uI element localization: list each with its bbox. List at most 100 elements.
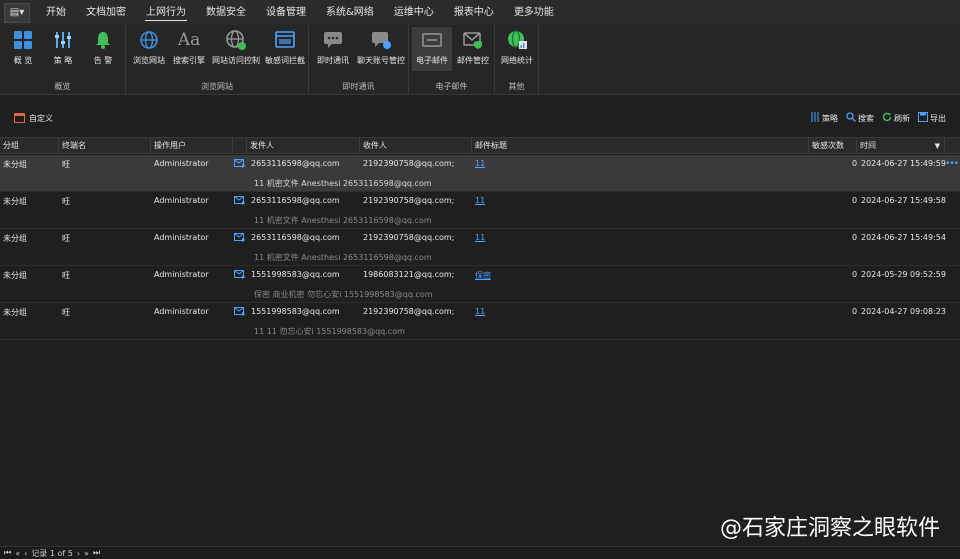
cell-subject-link[interactable]: 11	[475, 233, 485, 242]
cell-sender: 1551998583@qq.com	[251, 270, 340, 279]
instant-messaging-label: 即时通讯	[317, 56, 349, 65]
menu-report-center[interactable]: 报表中心	[444, 0, 504, 25]
cell-detail: 11 机密文件 Anesthesi 2653116598@qq.com	[254, 253, 432, 262]
export-icon	[918, 112, 928, 124]
customize-button[interactable]: 自定义	[14, 112, 53, 125]
menu-data-security[interactable]: 数据安全	[196, 0, 256, 25]
menu-start[interactable]: 开始	[36, 0, 76, 25]
col-user[interactable]: 操作用户	[151, 138, 233, 154]
cell-subject-link[interactable]: 11	[475, 159, 485, 168]
col-sensitive-count[interactable]: 敏感次数	[809, 138, 857, 154]
email-control-button[interactable]: 邮件管控	[453, 27, 493, 71]
group-label-email: 电子邮件	[435, 82, 468, 91]
group-label-im: 即时通讯	[342, 82, 375, 91]
cell-time: 2024-06-27 15:49:58	[861, 196, 946, 205]
more-dots-icon[interactable]: •••	[945, 159, 959, 169]
menu-more-features[interactable]: 更多功能	[504, 0, 564, 25]
app-menu-icon: ▤▾	[9, 7, 25, 18]
table-row[interactable]: 未分组 旺 Administrator 2653116598@qq.com 21…	[0, 192, 960, 229]
strategy-tool-button[interactable]: 策略	[810, 112, 838, 124]
record-counter: 记录 1 of 5	[31, 548, 73, 558]
network-stats-button[interactable]: 网络统计	[497, 27, 537, 71]
strategy-button[interactable]: 策 略	[46, 27, 80, 71]
globe-check-icon	[225, 29, 247, 51]
bell-icon	[92, 29, 114, 51]
menu-doc-encrypt[interactable]: 文档加密	[76, 0, 136, 25]
chat-icon	[322, 29, 344, 51]
next-page-icon[interactable]: »	[84, 549, 89, 558]
chat-lock-icon	[370, 29, 392, 51]
watermark-text: @石家庄洞察之眼软件	[719, 516, 940, 541]
col-time[interactable]: 时间 ▼	[857, 138, 945, 154]
cell-recipient: 2192390758@qq.com;	[363, 233, 455, 242]
refresh-tool-button[interactable]: 刷新	[882, 112, 910, 124]
next-record-icon[interactable]: ›	[77, 549, 80, 558]
watermark: @石家庄洞察之眼软件	[720, 510, 940, 542]
prev-record-icon[interactable]: ‹	[24, 549, 27, 558]
ribbon: 概 览 策 略 告 警 概览 浏览网站 Aa 搜索引擎 网站访问控制 敏感词拦截…	[0, 25, 960, 95]
status-bar: ⏮ « ‹ 记录 1 of 5 › » ⏭	[0, 546, 960, 559]
cell-user: Administrator	[154, 159, 209, 168]
cell-terminal: 旺	[62, 271, 70, 280]
search-engine-button[interactable]: Aa 搜索引擎	[170, 27, 208, 71]
email-button[interactable]: 电子邮件	[412, 27, 452, 71]
sensitive-word-block-button[interactable]: 敏感词拦截	[264, 27, 306, 71]
email-shield-icon	[462, 29, 484, 51]
col-terminal[interactable]: 终端名	[59, 138, 151, 154]
window-block-icon	[274, 29, 296, 51]
ribbon-group-im: 即时通讯 聊天账号管控 即时通讯	[309, 25, 409, 95]
cell-group: 未分组	[3, 197, 27, 206]
group-label-overview: 概览	[54, 82, 71, 91]
cell-subject-link[interactable]: 保密	[475, 270, 491, 281]
cell-subject-link[interactable]: 11	[475, 307, 485, 316]
search-tool-button[interactable]: 搜索	[846, 112, 874, 124]
table-row[interactable]: 未分组 旺 Administrator 2653116598@qq.com 21…	[0, 229, 960, 266]
cell-group: 未分组	[3, 308, 27, 317]
chat-account-control-button[interactable]: 聊天账号管控	[355, 27, 407, 71]
cell-detail: 11 机密文件 Anesthesi 2653116598@qq.com	[254, 216, 432, 225]
mail-send-icon	[234, 196, 246, 205]
table-row[interactable]: 未分组 旺 Administrator 1551998583@qq.com 21…	[0, 303, 960, 340]
alarm-button[interactable]: 告 警	[86, 27, 120, 71]
cell-detail: 保密 商业机密 勿忘心安i 1551998583@qq.com	[254, 290, 433, 299]
cell-subject-link[interactable]: 11	[475, 196, 485, 205]
menu-ops-center[interactable]: 运维中心	[384, 0, 444, 25]
overview-button[interactable]: 概 览	[6, 27, 40, 71]
app-menu-button[interactable]: ▤▾	[4, 2, 30, 23]
cell-sensitive-count: 0	[852, 270, 858, 279]
grid-icon	[12, 29, 34, 51]
browse-website-button[interactable]: 浏览网站	[130, 27, 168, 71]
col-sender[interactable]: 发件人	[247, 138, 360, 154]
mail-send-icon	[234, 270, 246, 279]
cell-terminal: 旺	[62, 160, 70, 169]
col-icon[interactable]	[233, 138, 247, 154]
table-row[interactable]: 未分组 旺 Administrator 1551998583@qq.com 19…	[0, 266, 960, 303]
cell-group: 未分组	[3, 234, 27, 243]
toolbar: 自定义 策略 搜索 刷新 导出	[0, 96, 960, 136]
group-label-browse: 浏览网站	[201, 82, 233, 91]
browse-website-label: 浏览网站	[133, 56, 165, 65]
last-page-icon[interactable]: ⏭	[93, 548, 100, 558]
mail-send-icon	[234, 307, 246, 316]
menu-device-management[interactable]: 设备管理	[256, 0, 316, 25]
menu-internet-behavior[interactable]: 上网行为	[136, 0, 196, 25]
menu-system-network[interactable]: 系统&网络	[316, 0, 384, 25]
website-access-control-button[interactable]: 网站访问控制	[210, 27, 262, 71]
table-row[interactable]: 未分组 旺 Administrator 2653116598@qq.com 21…	[0, 155, 960, 192]
export-tool-button[interactable]: 导出	[918, 112, 946, 124]
calendar-icon	[14, 112, 25, 125]
prev-page-icon[interactable]: «	[15, 549, 20, 558]
network-stats-label: 网络统计	[501, 56, 533, 65]
cell-sensitive-count: 0	[852, 196, 858, 205]
cell-sensitive-count: 0	[852, 159, 858, 168]
overview-label: 概 览	[13, 56, 33, 65]
mail-send-icon	[234, 233, 246, 242]
first-page-icon[interactable]: ⏮	[4, 548, 11, 558]
instant-messaging-button[interactable]: 即时通讯	[313, 27, 353, 71]
col-recipient[interactable]: 收件人	[360, 138, 472, 154]
col-subject[interactable]: 邮件标题	[472, 138, 809, 154]
cell-sensitive-count: 0	[852, 307, 858, 316]
cell-time: 2024-05-29 09:52:59	[861, 270, 946, 279]
mail-send-icon	[234, 159, 246, 168]
col-group[interactable]: 分组	[0, 138, 59, 154]
